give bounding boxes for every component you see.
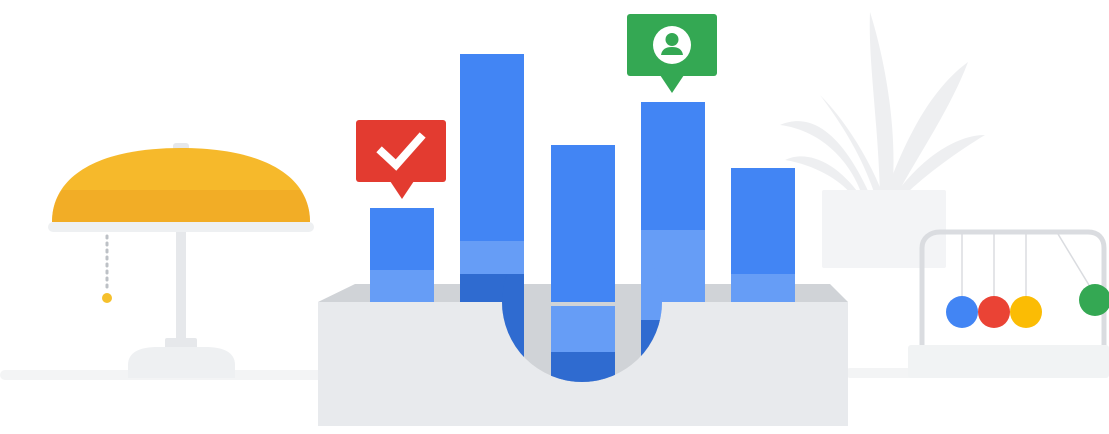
lamp-pole [176,225,186,343]
pull-chain-bead [102,293,112,303]
cradle-string [1057,233,1093,291]
cradle-ball-green [1079,284,1109,316]
lamp-shade-rim [48,222,314,232]
bar-5 [731,168,795,310]
bar-2-mid [460,241,524,274]
cutout-bar-3-mid [551,306,615,352]
desk-lamp [48,143,314,378]
bar-1-top [370,208,434,270]
plant-leaf [869,12,894,195]
cradle-ball-blue [946,296,978,328]
person-profile-icon [653,26,691,64]
lamp-base [128,347,235,378]
bar-1 [370,208,434,310]
green-callout-pointer [660,75,684,93]
plant-pot [822,190,946,268]
lamp-shade-shadow [52,190,310,222]
bar-4-top [641,102,705,230]
red-callout [356,120,446,199]
illustration-svg [0,12,1109,426]
red-callout-pointer [390,181,414,199]
bar-3-top [551,145,615,306]
bar-2-top [460,54,524,241]
cradle-ball-yellow [1010,296,1042,328]
bar-5-top [731,168,795,274]
illustration-scene [0,0,1109,434]
cradle-base [908,345,1109,378]
cradle-frame-left [919,229,1107,348]
cradle-ball-red [978,296,1010,328]
green-callout [627,14,717,93]
red-callout-box [356,120,446,182]
